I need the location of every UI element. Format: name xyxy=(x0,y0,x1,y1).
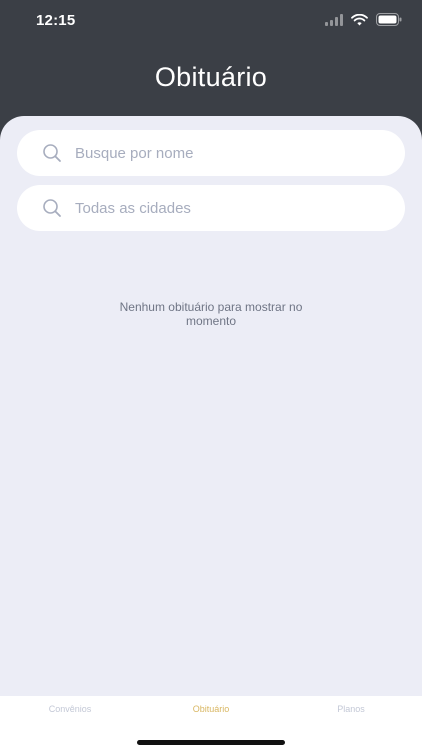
signal-icon xyxy=(325,13,343,31)
main-content: Nenhum obituário para mostrar no momento xyxy=(0,116,422,696)
page-title: Obituário xyxy=(154,62,268,92)
search-icon xyxy=(41,142,63,164)
tab-convenios[interactable]: Convênios xyxy=(10,704,130,714)
name-search-field[interactable] xyxy=(17,130,405,176)
status-icons xyxy=(325,13,402,31)
wifi-icon xyxy=(351,13,368,31)
status-time: 12:15 xyxy=(36,12,76,29)
search-icon xyxy=(41,197,63,219)
city-search-input[interactable] xyxy=(75,199,375,217)
status-bar: 12:15 xyxy=(0,0,422,44)
empty-state-message: Nenhum obituário para mostrar no momento xyxy=(119,300,303,328)
battery-icon xyxy=(376,13,402,31)
city-search-field[interactable] xyxy=(17,185,405,231)
name-search-input[interactable] xyxy=(75,144,375,162)
home-indicator xyxy=(137,740,285,745)
tab-obituario[interactable]: Obituário xyxy=(151,704,271,714)
tab-planos[interactable]: Planos xyxy=(291,704,411,714)
header: Obituário xyxy=(0,44,422,120)
